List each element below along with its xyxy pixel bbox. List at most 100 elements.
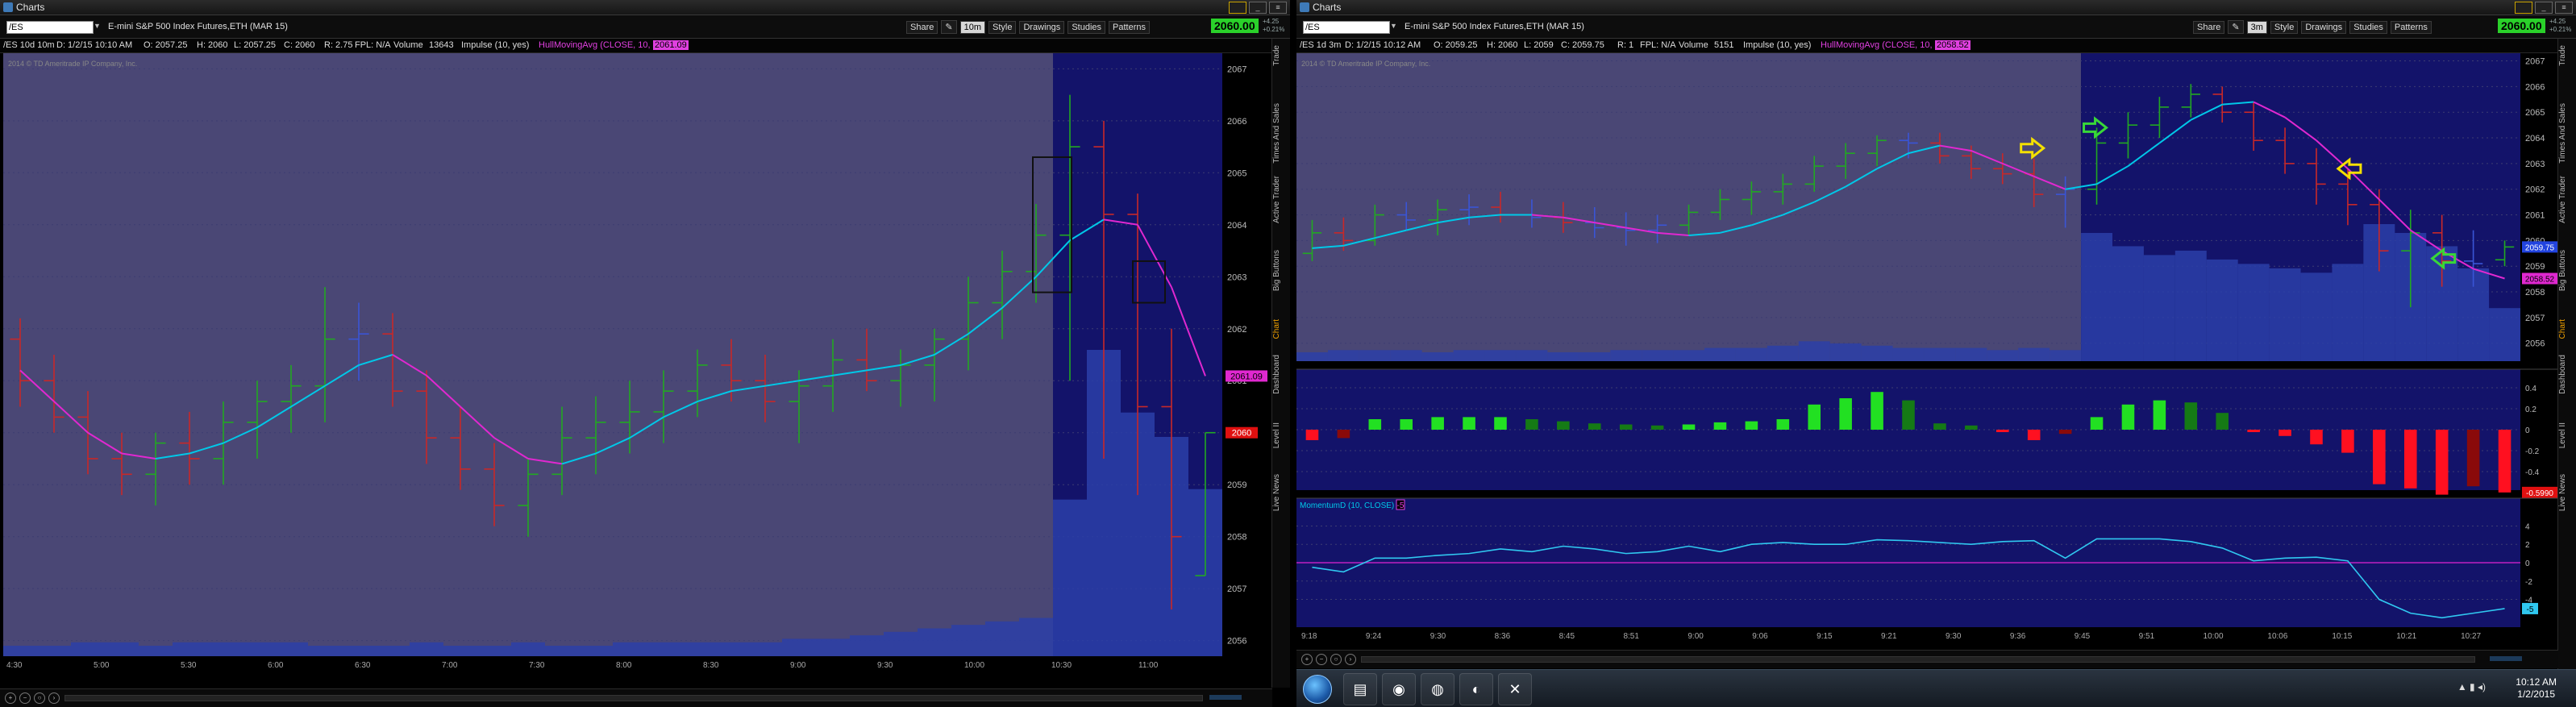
link-button[interactable]: [1229, 2, 1246, 14]
side-tab[interactable]: Active Trader: [2558, 176, 2576, 223]
style-button[interactable]: Style: [988, 20, 1017, 34]
volume-bar: [2112, 246, 2144, 361]
time-axis-label: 9:21: [1881, 632, 1897, 641]
volume-bar: [2081, 232, 2112, 361]
symbol-dropdown-icon[interactable]: ▼: [94, 22, 101, 30]
impulse-study[interactable]: Impulse (10, yes): [461, 40, 529, 50]
tray-icons[interactable]: ▲ ▮ ◂): [2457, 681, 2486, 692]
media-player-icon[interactable]: ◉: [1382, 673, 1416, 705]
side-tab[interactable]: Live News: [2558, 474, 2576, 511]
price-chart-area[interactable]: 2067206620652064206320622061206020592058…: [0, 53, 1272, 672]
thinkorswim-icon[interactable]: ✕: [1498, 673, 1532, 705]
side-tab[interactable]: Times And Sales: [2558, 103, 2576, 164]
chart-scrollbar[interactable]: + − ○ ›: [0, 688, 1272, 707]
menu-button[interactable]: ≡: [1269, 2, 1287, 14]
link-button[interactable]: [2515, 2, 2532, 14]
price-axis-label: 2058: [1227, 533, 1246, 543]
hull-study[interactable]: HullMovingAvg (CLOSE, 10, 0): [1821, 40, 1942, 50]
studies-button[interactable]: Studies: [1067, 20, 1106, 34]
side-tab[interactable]: Big Buttons: [1272, 250, 1290, 291]
style-button[interactable]: Style: [2270, 20, 2299, 34]
scroll-thumb[interactable]: [2490, 656, 2522, 661]
oscillator-bar: [1839, 398, 1852, 430]
oscillator-bar: [2341, 430, 2354, 453]
side-tab[interactable]: Trade: [2558, 45, 2576, 66]
scroll-track[interactable]: [65, 695, 1203, 701]
side-tab[interactable]: Level II: [1272, 422, 1290, 448]
zoom-out-icon[interactable]: −: [19, 692, 31, 704]
chevron-right-icon[interactable]: ›: [48, 692, 60, 704]
tools-icon[interactable]: ✎: [2228, 20, 2244, 34]
volume-bar: [1798, 341, 1830, 361]
price-chart-area[interactable]: 2067206620652064206320622061206020592058…: [1296, 53, 2558, 647]
side-tab[interactable]: Dashboard: [2558, 355, 2576, 394]
minimize-button[interactable]: _: [1249, 2, 1267, 14]
volume-bar: [2332, 264, 2364, 361]
side-tab[interactable]: Chart: [1272, 319, 1290, 339]
oscillator-bar: [2435, 430, 2449, 495]
symbol-input[interactable]: /ES: [1303, 21, 1390, 34]
chart-window-right: Charts _ ≡ /ES ▼ E-mini S&P 500 Index Fu…: [1296, 0, 2576, 707]
timeframe-button[interactable]: 10m: [959, 20, 985, 34]
folder-icon[interactable]: ▤: [1343, 673, 1377, 705]
app-icon[interactable]: ◐: [1459, 673, 1493, 705]
browser-icon[interactable]: ◍: [1421, 673, 1454, 705]
oscillator-bar: [2153, 400, 2166, 430]
menu-button[interactable]: ≡: [2555, 2, 2573, 14]
copyright: 2014 © TD Ameritrade IP Company, Inc.: [8, 60, 138, 68]
oscillator-bar: [1745, 421, 1758, 430]
patterns-button[interactable]: Patterns: [1109, 20, 1150, 34]
volume-bar: [2489, 308, 2520, 361]
time-axis-label: 7:30: [529, 661, 545, 670]
symbol-dropdown-icon[interactable]: ▼: [1390, 22, 1397, 30]
side-tab[interactable]: Active Trader: [1272, 176, 1290, 223]
oscillator-bar: [2373, 430, 2386, 485]
volume-bar: [2143, 255, 2175, 361]
time-axis-label: 6:30: [355, 661, 371, 670]
oscillator-bar: [1682, 424, 1696, 430]
volume-bar: [748, 642, 782, 656]
time-axis-label: 9:24: [1366, 632, 1382, 641]
share-button[interactable]: Share: [906, 20, 938, 34]
scroll-thumb[interactable]: [1209, 695, 1242, 700]
patterns-button[interactable]: Patterns: [2390, 20, 2432, 34]
reset-icon[interactable]: ○: [34, 692, 45, 704]
start-button[interactable]: [1303, 675, 1332, 704]
scroll-track[interactable]: [1361, 656, 2475, 663]
impulse-study[interactable]: Impulse (10, yes): [1743, 40, 1811, 50]
side-tab[interactable]: Big Buttons: [2558, 250, 2576, 291]
side-tab[interactable]: Trade: [1272, 45, 1290, 66]
drawings-button[interactable]: Drawings: [1019, 20, 1065, 34]
timeframe-button[interactable]: 3m: [2246, 20, 2267, 34]
minimize-button[interactable]: _: [2535, 2, 2553, 14]
chevron-right-icon[interactable]: ›: [1345, 654, 1356, 665]
bar-open: O: 2059.25: [1434, 40, 1478, 50]
volume-bar: [918, 628, 951, 656]
price-axis-label: 2066: [2525, 82, 2545, 92]
system-clock[interactable]: 10:12 AM 1/2/2015: [2516, 676, 2557, 701]
reset-icon[interactable]: ○: [1330, 654, 1342, 665]
studies-button[interactable]: Studies: [2349, 20, 2387, 34]
tools-icon[interactable]: ✎: [941, 20, 957, 34]
oscillator-bar: [1400, 419, 1413, 430]
time-axis-label: 4:30: [6, 661, 23, 670]
symbol-input[interactable]: /ES: [6, 21, 94, 34]
side-tab[interactable]: Times And Sales: [1272, 103, 1290, 164]
zoom-out-icon[interactable]: −: [1316, 654, 1327, 665]
drawings-button[interactable]: Drawings: [2301, 20, 2347, 34]
side-tab[interactable]: Live News: [1272, 474, 1290, 511]
hull-price-tag-text: 2058.52: [2525, 275, 2555, 284]
oscillator-bar: [1619, 424, 1633, 430]
zoom-in-icon[interactable]: +: [1301, 654, 1313, 665]
hull-study[interactable]: HullMovingAvg (CLOSE, 10, 0): [539, 40, 660, 50]
side-tab[interactable]: Dashboard: [1272, 355, 1290, 394]
hull-value: 2061.09: [653, 40, 689, 50]
zoom-in-icon[interactable]: +: [5, 692, 16, 704]
bar-range: R: 1: [1617, 40, 1634, 50]
share-button[interactable]: Share: [2193, 20, 2225, 34]
side-tab[interactable]: Chart: [2558, 319, 2576, 339]
oscillator-bar: [1776, 419, 1790, 430]
side-tab[interactable]: Level II: [2558, 422, 2576, 448]
price-axis-label: 2062: [2525, 185, 2545, 195]
chart-scrollbar[interactable]: + − ○ ›: [1296, 650, 2558, 668]
